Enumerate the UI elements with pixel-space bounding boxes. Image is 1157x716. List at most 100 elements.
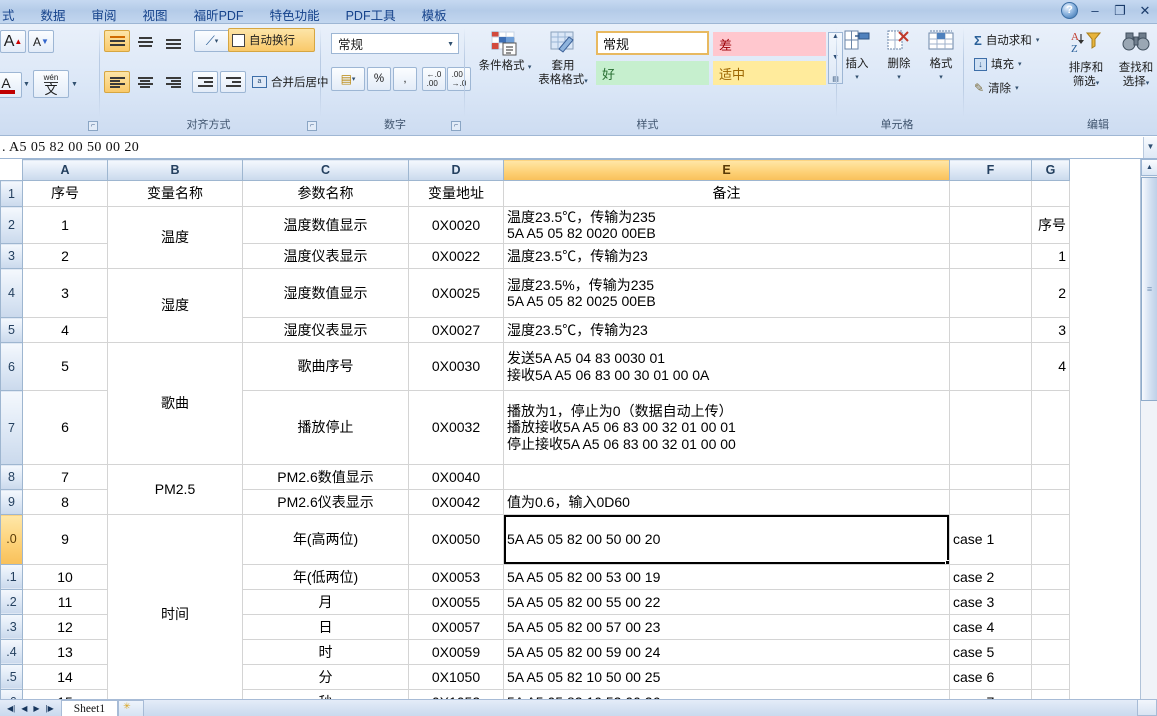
cell-a5[interactable]: 4 [22,317,108,343]
cell-g12[interactable] [1031,588,1070,615]
accounting-format-button[interactable]: ▤ ▾ [331,67,365,91]
cell-g9[interactable] [1031,489,1070,515]
cell-a11[interactable]: 10 [22,563,108,590]
row-header[interactable]: 9 [0,489,23,515]
cell-d9[interactable]: 0X0042 [408,489,504,515]
cell-d4[interactable]: 0X0025 [408,268,504,318]
align-top-button[interactable] [104,30,130,52]
horizontal-scroll-right-fragment[interactable] [1137,699,1157,716]
cell-e9[interactable]: 值为0.6，输入0D60 [503,489,950,515]
restore-button[interactable]: ❐ [1112,3,1128,19]
cell-a15[interactable]: 14 [22,663,108,690]
cell-c7[interactable]: 播放停止 [242,390,409,465]
cell-b4-merged[interactable]: 湿度 [107,268,243,343]
decrease-indent-button[interactable] [192,71,218,93]
cell-a8[interactable]: 7 [22,464,108,490]
column-header-e[interactable]: E [503,159,950,181]
cell-a9[interactable]: 8 [22,489,108,515]
align-right-button[interactable] [160,71,186,93]
number-dialog-launcher[interactable]: ⌐ [451,121,461,131]
cell-e14[interactable]: 5A A5 05 82 00 59 00 24 [503,638,950,665]
cell-c4[interactable]: 湿度数值显示 [242,268,409,318]
increase-decimal-button[interactable]: ←.0.00 [422,67,446,91]
cell-b2-merged[interactable]: 温度 [107,206,243,269]
cell-c14[interactable]: 时 [242,638,409,665]
number-format-combobox[interactable]: 常规 ▼ [331,33,459,54]
fill-handle[interactable] [945,559,949,564]
cell-e6[interactable]: 发送5A A5 04 83 0030 01 接收5A A5 06 83 00 3… [503,342,950,391]
cell-a12[interactable]: 11 [22,588,108,615]
cell-e1[interactable]: 备注 [503,180,950,207]
column-header-a[interactable]: A [22,159,108,181]
row-header[interactable]: 5 [0,317,23,343]
close-button[interactable]: ✕ [1137,3,1153,19]
cell-a4[interactable]: 3 [22,268,108,318]
phonetic-guide-button[interactable]: wén 文 [33,70,69,98]
formula-bar[interactable]: . A5 05 82 00 50 00 20 ▼ [0,137,1157,159]
align-middle-button[interactable] [132,30,158,52]
format-as-table-button[interactable]: 套用 表格格式▾ [536,31,590,89]
cell-e3[interactable]: 温度23.5℃，传输为23 [503,243,950,269]
horizontal-scroll-track[interactable] [144,701,1157,715]
cell-b8-merged[interactable]: PM2.5 [107,464,243,515]
row-header[interactable]: .4 [0,638,23,665]
clear-button[interactable]: ✎ 清除 ▾ [974,80,1019,96]
cell-d8[interactable]: 0X0040 [408,464,504,490]
cell-f8[interactable] [949,464,1032,490]
text-orientation-button[interactable]: ⟋ ▾ [194,30,230,52]
font-color-button[interactable]: A [0,72,22,98]
cell-e8[interactable] [503,464,950,490]
autosum-button[interactable]: Σ 自动求和 ▾ [974,32,1039,48]
increase-indent-button[interactable] [220,71,246,93]
row-header[interactable]: .3 [0,613,23,640]
cell-a2[interactable]: 1 [22,206,108,244]
cell-c12[interactable]: 月 [242,588,409,615]
row-header[interactable]: 3 [0,243,23,269]
row-header[interactable]: 8 [0,464,23,490]
align-bottom-button[interactable] [160,30,186,52]
cell-c1[interactable]: 参数名称 [242,180,409,207]
cell-c15[interactable]: 分 [242,663,409,690]
format-cells-button[interactable]: 格式 ▾ [914,29,968,85]
cell-f2[interactable] [949,206,1032,244]
prev-sheet-icon[interactable]: ◀ [21,704,27,713]
cell-f5[interactable] [949,317,1032,343]
cell-a1[interactable]: 序号 [22,180,108,207]
cell-a10[interactable]: 9 [22,514,108,565]
cell-f15[interactable]: case 6 [949,663,1032,690]
grow-font-button[interactable]: A ▲ [0,30,26,53]
row-header[interactable]: 2 [0,206,23,244]
cell-f6[interactable] [949,342,1032,391]
cell-g4[interactable]: 2 [1031,268,1070,318]
column-header-b[interactable]: B [107,159,243,181]
cell-c6[interactable]: 歌曲序号 [242,342,409,391]
cell-g5[interactable]: 3 [1031,317,1070,343]
chevron-down-icon[interactable]: ▼ [447,41,454,48]
row-header[interactable]: .1 [0,563,23,590]
cell-c13[interactable]: 日 [242,613,409,640]
cell-d5[interactable]: 0X0027 [408,317,504,343]
select-all-corner[interactable] [1,160,23,181]
percent-format-button[interactable]: % [367,67,391,91]
phonetic-chevron-down-icon[interactable]: ▼ [71,81,97,88]
cell-f1[interactable] [949,180,1032,207]
cell-c11[interactable]: 年(低两位) [242,563,409,590]
align-center-button[interactable] [132,71,158,93]
cell-b6-merged[interactable]: 歌曲 [107,342,243,465]
cell-g8[interactable] [1031,464,1070,490]
cell-g13[interactable] [1031,613,1070,640]
row-header[interactable]: .2 [0,588,23,615]
cell-f4[interactable] [949,268,1032,318]
align-left-button[interactable] [104,71,130,93]
vertical-scrollbar[interactable]: ▲ [1140,159,1157,699]
cell-g2[interactable]: 序号 [1031,206,1070,244]
cell-g10[interactable] [1031,514,1070,565]
cell-style-good[interactable]: 好 [596,61,709,85]
cell-d11[interactable]: 0X0053 [408,563,504,590]
cell-d2[interactable]: 0X0020 [408,206,504,244]
help-icon[interactable]: ? [1061,2,1078,19]
cell-a7[interactable]: 6 [22,390,108,465]
cell-d10[interactable]: 0X0050 [408,514,504,565]
cell-f14[interactable]: case 5 [949,638,1032,665]
new-sheet-icon[interactable] [118,700,145,716]
